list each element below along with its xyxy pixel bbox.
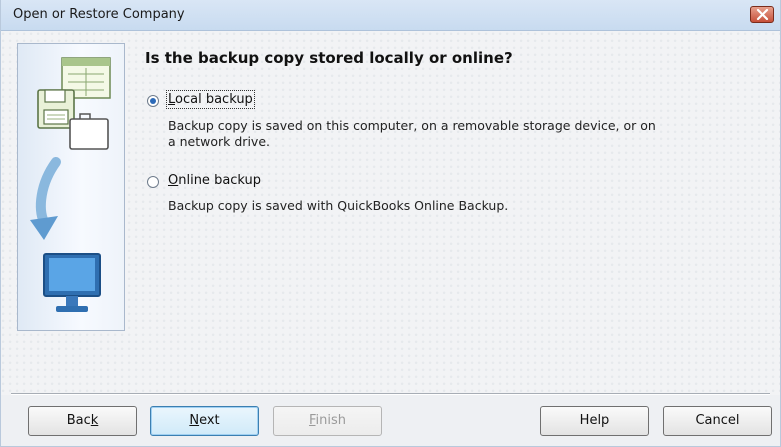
next-label-post: ext <box>199 413 220 428</box>
help-button[interactable]: Help <box>540 406 649 436</box>
restore-company-dialog: Open or Restore Company Is the backup co… <box>0 0 781 447</box>
back-button[interactable]: Back <box>28 406 137 436</box>
online-backup-description: Backup copy is saved with QuickBooks Onl… <box>168 198 508 214</box>
side-illustration <box>17 43 125 331</box>
online-backup-label-accel: O <box>168 173 179 188</box>
local-backup-radio[interactable] <box>147 95 159 107</box>
floppy-disk-icon <box>37 89 75 129</box>
briefcase-icon <box>69 113 109 150</box>
dialog-content: Is the backup copy stored locally or onl… <box>1 31 780 393</box>
online-backup-label-post: nline backup <box>178 173 262 188</box>
question-heading: Is the backup copy stored locally or onl… <box>145 49 513 67</box>
next-label-accel: N <box>189 413 200 428</box>
cancel-button[interactable]: Cancel <box>663 406 772 436</box>
close-button[interactable] <box>750 6 774 23</box>
close-icon <box>756 9 769 20</box>
arrow-down-icon <box>30 157 61 240</box>
local-backup-label[interactable]: Local backup <box>166 90 255 109</box>
online-backup-label[interactable]: Online backup <box>168 173 261 188</box>
local-backup-description-line2: a network drive. <box>168 134 270 149</box>
local-backup-label-accel: L <box>168 92 176 107</box>
finish-label-post: inish <box>315 413 347 428</box>
monitor-icon <box>43 253 101 312</box>
back-label-accel: k <box>90 413 99 428</box>
window-title: Open or Restore Company <box>13 7 185 22</box>
online-backup-description-line1: Backup copy is saved with QuickBooks Onl… <box>168 198 509 213</box>
finish-button[interactable]: Finish <box>273 406 382 436</box>
next-button[interactable]: Next <box>150 406 259 436</box>
button-bar: Back Next Finish Help Cancel <box>1 395 780 446</box>
local-backup-label-post: ocal backup <box>175 92 253 107</box>
local-backup-description: Backup copy is saved on this computer, o… <box>168 118 656 150</box>
title-bar: Open or Restore Company <box>1 0 780 31</box>
local-backup-description-line1: Backup copy is saved on this computer, o… <box>168 118 656 133</box>
online-backup-radio[interactable] <box>147 176 159 188</box>
back-label-pre: Bac <box>66 413 91 428</box>
